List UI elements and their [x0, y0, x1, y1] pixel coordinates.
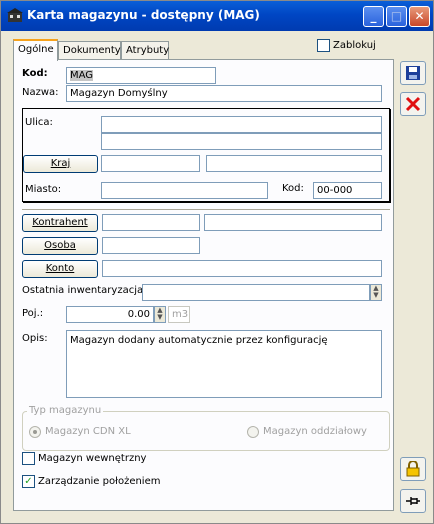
capacity-field[interactable]: 0.00 [66, 306, 154, 323]
tab-atrybuty[interactable]: Atrybuty [121, 41, 169, 60]
nazwa-label: Nazwa: [22, 87, 59, 98]
kontrahent-button-label: Kontrahent [32, 217, 88, 228]
osoba-field[interactable] [102, 237, 200, 254]
save-button[interactable] [400, 61, 426, 85]
tab-ogolne-label: Ogólne [18, 44, 54, 55]
kontrahent-code-field[interactable] [102, 214, 200, 231]
konto-button-label: Konto [45, 263, 75, 274]
radio-cdn-xl-label: Magazyn CDN XL [45, 426, 131, 437]
postal-code-label: Kod: [282, 183, 304, 194]
osoba-button-label: Osoba [44, 240, 76, 251]
warehouse-icon [7, 8, 23, 22]
kod-field[interactable]: MAG [66, 67, 216, 84]
capacity-label: Poj.: [22, 308, 44, 319]
kontrahent-name-field[interactable] [204, 214, 382, 231]
radio-branch-label: Magazyn oddziałowy [263, 426, 367, 437]
padlock-icon [406, 460, 420, 477]
konto-field[interactable] [102, 260, 382, 277]
ulica-label: Ulica: [25, 117, 53, 128]
kraj-button-label: Kraj [50, 158, 71, 169]
location-management-label: Zarządzanie położeniem [38, 476, 161, 487]
block-label: Zablokuj [333, 40, 376, 51]
warehouse-type-legend: Typ magazynu [27, 405, 104, 416]
internal-warehouse-checkbox[interactable] [22, 452, 35, 465]
tab-ogolne[interactable]: Ogólne [13, 39, 58, 61]
minimize-button[interactable]: _ [363, 6, 384, 27]
kraj-button[interactable]: Kraj [23, 155, 98, 173]
address-group: Ulica: Kraj Miasto: Kod: 00-000 [22, 108, 390, 202]
lock-button[interactable] [400, 457, 426, 481]
radio-branch[interactable] [247, 426, 259, 438]
nazwa-field[interactable]: Magazyn Domyślny [66, 85, 382, 102]
general-panel: Kod: MAG Nazwa: Magazyn Domyślny Ulica: … [13, 59, 394, 511]
warehouse-card-window: Karta magazynu - dostępny (MAG) _ □ ✕ Og… [0, 0, 434, 524]
osoba-button[interactable]: Osoba [22, 237, 98, 255]
cancel-button[interactable] [400, 92, 426, 116]
pin-icon [406, 497, 420, 505]
description-label: Opis: [22, 333, 48, 344]
red-x-icon [405, 96, 421, 112]
maximize-button[interactable]: □ [386, 6, 407, 27]
title-bar[interactable]: Karta magazynu - dostępny (MAG) _ □ ✕ [1, 1, 433, 31]
description-field[interactable]: Magazyn dodany automatycznie przez konfi… [66, 330, 382, 398]
inventory-field[interactable] [142, 284, 370, 301]
capacity-spinner[interactable]: ▲ ▼ [154, 306, 166, 323]
internal-warehouse-label: Magazyn wewnętrzny [38, 453, 147, 464]
separator [22, 209, 390, 210]
kraj-code-field[interactable] [101, 155, 200, 172]
tab-atrybuty-label: Atrybuty [126, 45, 170, 56]
inventory-label: Ostatnia inwentaryzacja: [22, 285, 147, 296]
postal-code-field[interactable]: 00-000 [313, 182, 382, 199]
kod-value: MAG [70, 70, 94, 81]
ulica-field-1[interactable] [101, 116, 382, 133]
location-management-checkbox[interactable]: ✓ [22, 475, 35, 488]
floppy-disk-icon [406, 66, 420, 80]
tab-dokumenty-label: Dokumenty [63, 45, 121, 56]
tab-dokumenty[interactable]: Dokumenty [58, 41, 121, 60]
pin-button[interactable] [400, 489, 426, 513]
close-button[interactable]: ✕ [409, 6, 430, 27]
warehouse-type-group: Typ magazynu Magazyn CDN XL Magazyn oddz… [22, 405, 390, 451]
miasto-field[interactable] [101, 182, 268, 199]
kraj-name-field[interactable] [206, 155, 382, 172]
kod-label: Kod: [22, 68, 48, 79]
block-checkbox[interactable] [317, 39, 330, 52]
kontrahent-button[interactable]: Kontrahent [22, 214, 98, 232]
window-title: Karta magazynu - dostępny (MAG) [27, 8, 260, 22]
ulica-field-2[interactable] [101, 133, 382, 150]
radio-cdn-xl[interactable] [29, 426, 41, 438]
inventory-spinner[interactable]: ▲ ▼ [370, 284, 382, 301]
capacity-unit: m3 [168, 306, 190, 323]
miasto-label: Miasto: [25, 184, 62, 195]
konto-button[interactable]: Konto [22, 260, 98, 278]
